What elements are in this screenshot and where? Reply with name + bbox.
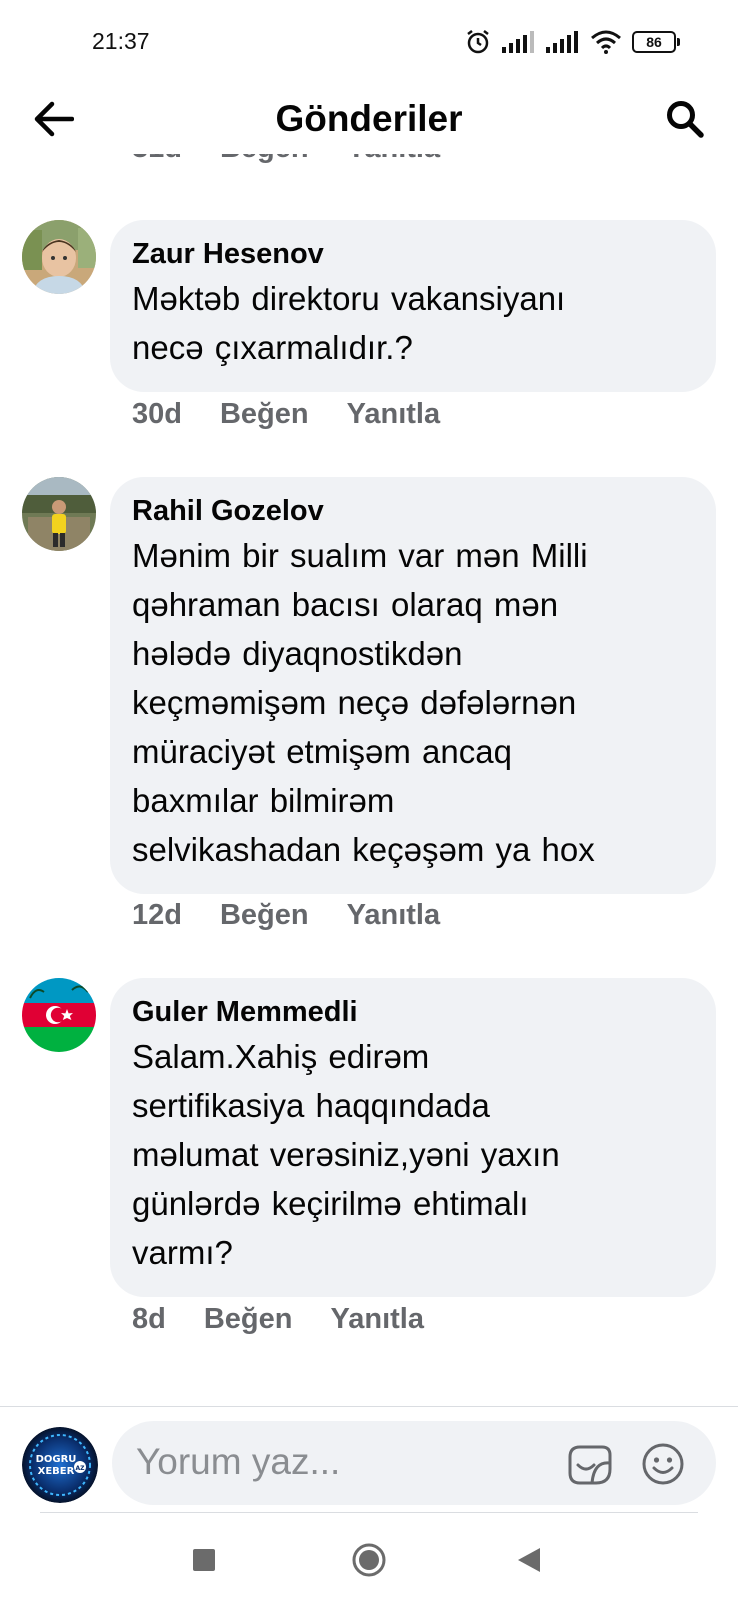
composer-avatar[interactable]: DOGRU XEBER AZ xyxy=(22,1427,98,1503)
like-button[interactable]: Beğen xyxy=(220,899,309,932)
status-bar: 21:37 86 xyxy=(0,0,738,84)
comment-input-placeholder: Yorum yaz... xyxy=(136,1441,341,1482)
status-time: 21:37 xyxy=(92,28,150,54)
alarm-icon xyxy=(467,30,489,54)
comment-input[interactable]: Yorum yaz... xyxy=(112,1421,716,1505)
back-triangle-icon xyxy=(518,1548,540,1572)
comment-actions: 12d Beğen Yanıtla xyxy=(132,899,440,932)
composer-avatar-line1: DOGRU xyxy=(36,1454,77,1465)
recents-square-icon xyxy=(193,1549,215,1571)
search-icon xyxy=(667,101,704,138)
comment-time: 30d xyxy=(132,398,182,430)
comment-composer: DOGRU XEBER AZ Yorum yaz... xyxy=(0,1406,738,1516)
emoji-icon xyxy=(642,1443,684,1485)
comment-time: 31d xyxy=(132,154,182,165)
comment-text: Məktəb direktoru vakansiyanı necə çıxarm… xyxy=(132,280,566,366)
comment-text: Mənim bir sualım var mən Milli qəhraman … xyxy=(132,537,595,868)
comment-author[interactable]: Zaur Hesenov xyxy=(132,234,694,274)
comment-author[interactable]: Rahil Gozelov xyxy=(132,491,694,531)
emoji-button[interactable] xyxy=(638,1439,688,1489)
divider xyxy=(40,1512,698,1513)
wifi-icon xyxy=(591,30,621,54)
comment-bubble[interactable]: Guler Memmedli Salam.Xahiş edirəm sertif… xyxy=(110,978,716,1297)
comment-bubble[interactable]: Zaur Hesenov Məktəb direktoru vakansiyan… xyxy=(110,220,716,392)
comment-time: 12d xyxy=(132,899,182,931)
home-button[interactable] xyxy=(347,1538,391,1582)
comment-actions: 31d Beğen Yanıtla xyxy=(132,154,440,165)
comment-actions: 30d Beğen Yanıtla xyxy=(132,398,440,431)
like-button[interactable]: Beğen xyxy=(220,398,309,431)
status-icons: 86 xyxy=(464,28,680,56)
avatar[interactable] xyxy=(22,978,96,1052)
signal-icon xyxy=(502,31,534,53)
recents-button[interactable] xyxy=(182,1538,226,1582)
comment-text: Salam.Xahiş edirəm sertifikasiya haqqınd… xyxy=(132,1038,560,1271)
system-nav-bar xyxy=(0,1520,738,1600)
composer-avatar-badge: AZ xyxy=(76,1465,86,1472)
battery-level: 86 xyxy=(646,34,662,50)
battery-icon: 86 xyxy=(632,31,680,53)
app-header: Gönderiler xyxy=(0,84,738,154)
comment-bubble[interactable]: Rahil Gozelov Mənim bir sualım var mən M… xyxy=(110,477,716,894)
page-title: Gönderiler xyxy=(275,98,463,139)
like-button[interactable]: Beğen xyxy=(220,154,309,165)
comments-list[interactable]: 31d Beğen Yanıtla Zaur Hesenov Məktəb di… xyxy=(0,154,738,1406)
comment-author[interactable]: Guler Memmedli xyxy=(132,992,694,1032)
reply-button[interactable]: Yanıtla xyxy=(347,154,441,165)
avatar[interactable] xyxy=(22,220,96,294)
signal-icon xyxy=(546,31,578,53)
home-circle-icon xyxy=(352,1543,386,1577)
reply-button[interactable]: Yanıtla xyxy=(330,1303,424,1336)
sticker-icon xyxy=(568,1445,612,1485)
reply-button[interactable]: Yanıtla xyxy=(347,899,441,932)
comment-actions: 8d Beğen Yanıtla xyxy=(132,1303,424,1336)
sticker-button[interactable] xyxy=(564,1439,614,1489)
composer-avatar-line2: XEBER xyxy=(38,1466,75,1477)
nav-back-button[interactable] xyxy=(507,1538,551,1582)
search-button[interactable] xyxy=(660,96,710,142)
reply-button[interactable]: Yanıtla xyxy=(347,398,441,431)
comment-time: 8d xyxy=(132,1303,166,1335)
like-button[interactable]: Beğen xyxy=(204,1303,293,1336)
avatar[interactable] xyxy=(22,477,96,551)
